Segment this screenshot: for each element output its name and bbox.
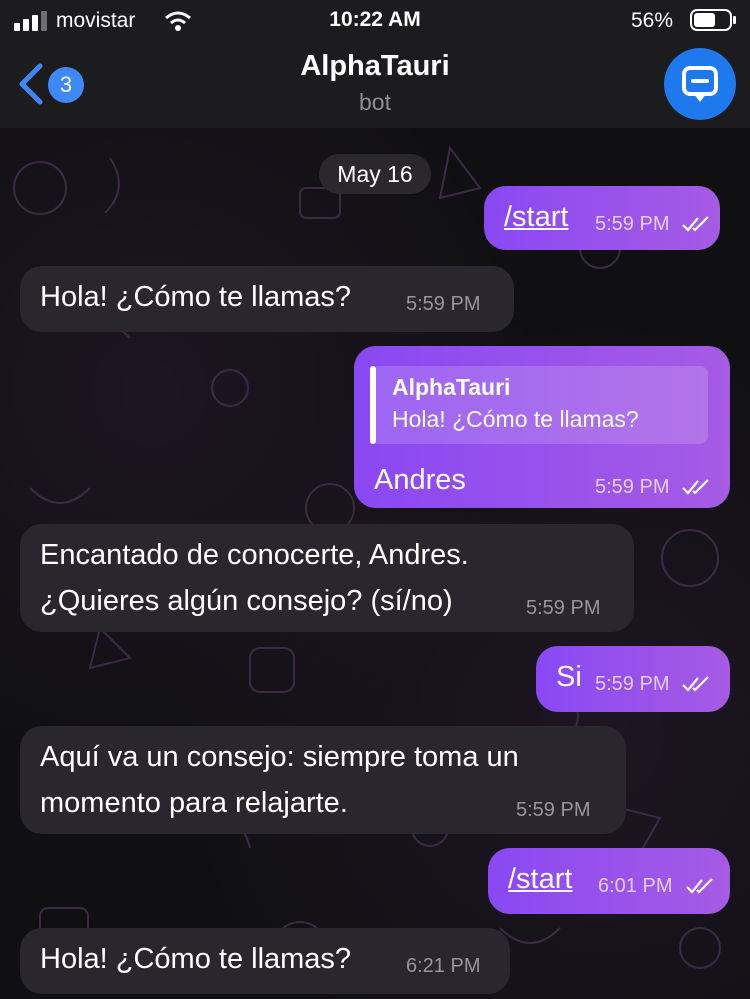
status-bar: movistar 10:22 AM 56%: [0, 0, 750, 40]
message-time: 5:59 PM: [595, 673, 670, 695]
message-command[interactable]: /start: [508, 863, 572, 896]
incoming-message[interactable]: Aquí va un consejo: siempre toma un mome…: [20, 726, 626, 834]
battery-percentage: 56%: [631, 9, 674, 32]
date-separator: May 16: [319, 154, 431, 194]
read-checkmarks-icon: [682, 676, 709, 692]
incoming-message[interactable]: Hola! ¿Cómo te llamas? 5:59 PM: [20, 266, 514, 332]
bot-avatar[interactable]: [664, 48, 736, 120]
incoming-message[interactable]: Encantado de conocerte, Andres. ¿Quieres…: [20, 524, 634, 632]
reply-text: Hola! ¿Cómo te llamas?: [392, 406, 639, 432]
message-time: 6:01 PM: [598, 875, 673, 897]
message-time: 5:59 PM: [595, 213, 670, 235]
reply-quote[interactable]: AlphaTauri Hola! ¿Cómo te llamas?: [370, 366, 708, 444]
message-time: 5:59 PM: [406, 293, 481, 315]
chat-icon: [682, 66, 718, 102]
chat-subtitle: bot: [359, 89, 391, 115]
outgoing-message[interactable]: Si 5:59 PM: [536, 646, 730, 712]
message-time: 5:59 PM: [516, 799, 591, 821]
message-text: Si: [556, 661, 582, 693]
reply-quote-bar: [370, 366, 376, 444]
read-checkmarks-icon: [682, 216, 709, 232]
message-text: Hola! ¿Cómo te llamas?: [40, 943, 352, 975]
read-checkmarks-icon: [682, 479, 709, 495]
outgoing-reply-message[interactable]: AlphaTauri Hola! ¿Cómo te llamas? Andres…: [354, 346, 730, 508]
outgoing-message[interactable]: /start 6:01 PM: [488, 848, 730, 914]
battery-icon: [690, 9, 736, 31]
outgoing-message[interactable]: /start 5:59 PM: [484, 186, 720, 250]
message-line: Encantado de conocerte, Andres.: [40, 539, 469, 571]
message-time: 5:59 PM: [595, 476, 670, 498]
message-command[interactable]: /start: [504, 201, 568, 234]
chat-header: 3 AlphaTauri bot: [0, 40, 750, 128]
message-text: Andres: [374, 464, 466, 496]
message-time: 6:21 PM: [406, 955, 481, 977]
read-checkmarks-icon: [686, 878, 713, 894]
message-text: Hola! ¿Cómo te llamas?: [40, 281, 352, 313]
message-line: Aquí va un consejo: siempre toma un: [40, 741, 519, 773]
chat-title[interactable]: AlphaTauri: [0, 50, 750, 83]
reply-author: AlphaTauri: [392, 374, 511, 400]
message-line: momento para relajarte.: [40, 787, 348, 819]
incoming-message[interactable]: Hola! ¿Cómo te llamas? 6:21 PM: [20, 928, 510, 994]
message-time: 5:59 PM: [526, 597, 601, 619]
message-line: ¿Quieres algún consejo? (sí/no): [40, 585, 453, 617]
